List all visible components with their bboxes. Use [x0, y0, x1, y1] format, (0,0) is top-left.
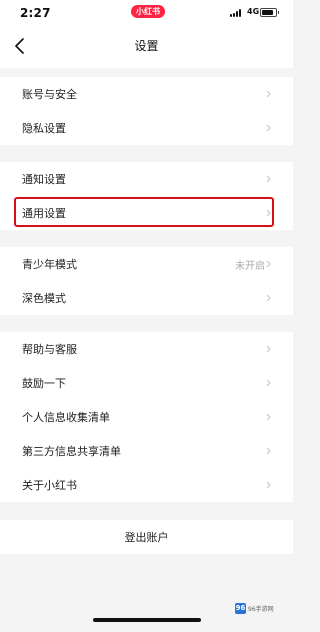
nav-bar: 设置	[0, 24, 293, 68]
logout-button[interactable]: 登出账户	[0, 520, 293, 554]
row-label: 通知设置	[22, 173, 66, 186]
chevron-right-icon	[266, 209, 271, 217]
settings-row-encourage[interactable]: 鼓励一下	[0, 366, 293, 400]
row-label: 隐私设置	[22, 122, 66, 135]
row-label: 深色模式	[22, 292, 66, 305]
settings-group-account: 账号与安全 隐私设置	[0, 77, 293, 145]
chevron-right-icon	[266, 175, 271, 183]
settings-row-teen-mode[interactable]: 青少年模式 未开启	[0, 247, 293, 281]
row-label: 通用设置	[22, 207, 66, 220]
chevron-right-icon	[266, 260, 271, 268]
settings-row-notifications[interactable]: 通知设置	[0, 162, 293, 196]
watermark-text: 96手游网	[248, 606, 274, 613]
chevron-right-icon	[266, 413, 271, 421]
row-label: 鼓励一下	[22, 377, 66, 390]
settings-row-personal-info-list[interactable]: 个人信息收集清单	[0, 400, 293, 434]
row-label: 个人信息收集清单	[22, 411, 110, 424]
signal-icon	[230, 9, 244, 17]
battery-level	[262, 10, 273, 15]
page-title: 设置	[134, 39, 159, 53]
chevron-right-icon	[266, 345, 271, 353]
row-label: 青少年模式	[22, 258, 77, 271]
status-time: 2:27	[20, 6, 51, 20]
chevron-right-icon	[266, 294, 271, 302]
battery-icon	[260, 8, 279, 17]
settings-row-about[interactable]: 关于小红书	[0, 468, 293, 502]
chevron-right-icon	[266, 379, 271, 387]
row-label: 帮助与客服	[22, 343, 77, 356]
settings-row-general[interactable]: 通用设置	[0, 196, 293, 230]
chevron-right-icon	[266, 90, 271, 98]
watermark: 96 96手游网	[235, 603, 274, 614]
status-bar: 2:27 小红书 4G	[0, 0, 293, 24]
app-badge: 小红书	[131, 5, 165, 18]
watermark-logo-icon: 96	[235, 603, 246, 614]
settings-row-dark-mode[interactable]: 深色模式	[0, 281, 293, 315]
settings-page: 2:27 小红书 4G 设置 账号与安全 隐私设置 通知设置 通用设置 青少年模…	[0, 0, 293, 632]
settings-group-general: 通知设置 通用设置	[0, 162, 293, 230]
settings-group-mode: 青少年模式 未开启 深色模式	[0, 247, 293, 315]
teen-mode-status: 未开启	[235, 260, 265, 272]
row-label: 关于小红书	[22, 479, 77, 492]
row-label: 第三方信息共享清单	[22, 445, 121, 458]
home-indicator	[93, 618, 201, 622]
row-label: 账号与安全	[22, 88, 77, 101]
network-type: 4G	[247, 7, 260, 16]
chevron-right-icon	[266, 481, 271, 489]
settings-row-third-party-list[interactable]: 第三方信息共享清单	[0, 434, 293, 468]
settings-group-about: 帮助与客服 鼓励一下 个人信息收集清单 第三方信息共享清单 关于小红书	[0, 332, 293, 502]
chevron-right-icon	[266, 447, 271, 455]
logout-label: 登出账户	[124, 531, 169, 544]
chevron-right-icon	[266, 124, 271, 132]
settings-row-account-security[interactable]: 账号与安全	[0, 77, 293, 111]
settings-row-help[interactable]: 帮助与客服	[0, 332, 293, 366]
settings-row-privacy[interactable]: 隐私设置	[0, 111, 293, 145]
